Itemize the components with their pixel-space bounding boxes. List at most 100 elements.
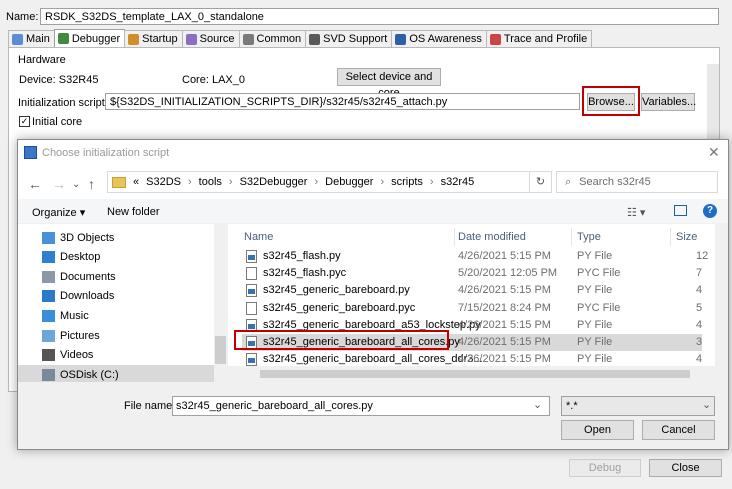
file-row[interactable]: s32r45_generic_bareboard.pyc 7/15/2021 8:… [242,300,702,317]
cancel-button[interactable]: Cancel [642,420,715,440]
back-arrow-icon[interactable]: ← [28,176,42,192]
open-button[interactable]: Open [561,420,634,440]
column-separator [454,228,455,246]
nav-item-documents[interactable]: Documents [42,267,116,286]
search-placeholder: Search s32r45 [579,176,651,188]
help-icon[interactable]: ? [703,204,717,218]
nav-item-osdisk-c[interactable]: OSDisk (C:) [18,365,214,382]
variables-button[interactable]: Variables... [641,93,696,111]
file-type: PY File [577,250,613,262]
file-row[interactable]: s32r45_flash.pyc 5/20/2021 12:05 PM PYC Fi… [242,265,702,282]
breadcrumb-item[interactable]: S32Debugger [240,176,308,188]
svd-tab-icon [309,33,321,45]
name-label: Name: [6,11,39,23]
breadcrumb-separator-icon[interactable]: › [314,176,318,188]
debug-button[interactable]: Debug [569,459,641,477]
tab-debugger[interactable]: Debugger [53,29,126,47]
hscroll-thumb[interactable] [260,370,690,378]
nav-item-music[interactable]: Music [42,306,89,325]
up-arrow-icon[interactable]: ↑ [88,176,95,192]
address-bar[interactable]: « S32DS › tools › S32Debugger › Debugger › script… [107,171,530,193]
column-name-header[interactable]: Name [244,231,273,243]
compiled-file-icon [246,267,257,281]
select-device-core-button[interactable]: Select device and core [337,68,441,99]
filter-dropdown-icon[interactable]: ⌄ [702,398,711,411]
folder-icon [112,176,126,188]
breadcrumb-separator-icon[interactable]: › [188,176,192,188]
close-icon[interactable]: ✕ [708,144,720,161]
breadcrumb-overflow[interactable]: « [133,176,139,188]
tab-source[interactable]: Source [181,30,240,47]
tab-svd-support[interactable]: SVD Support [305,30,393,47]
refresh-icon[interactable]: ↻ [530,171,552,193]
nav-item-downloads[interactable]: Downloads [42,287,114,306]
search-icon: ⌕ [565,175,572,188]
breadcrumb-item[interactable]: tools [199,176,222,188]
file-type: PY File [577,284,613,297]
init-script-label: Initialization script: [18,97,108,109]
breadcrumb-item[interactable]: Debugger [325,176,373,188]
dialog-title: Choose initialization script [42,147,170,159]
file-size: 4 [696,284,703,297]
navigation-scroll-thumb[interactable] [215,336,226,364]
choose-script-dialog: Choose initialization script ✕ ← → ⌄ ↑ «… [17,139,729,450]
preview-pane-icon[interactable] [674,205,687,216]
os-tab-icon [395,33,407,45]
file-size: 12 [696,250,709,262]
organize-menu[interactable]: Organize ▾ [32,206,85,219]
tab-label: Startup [142,33,178,45]
breadcrumb-separator-icon[interactable]: › [229,176,233,188]
file-row[interactable]: s32r45_generic_bareboard.py 4/26/2021 5:1… [242,282,702,299]
nav-item-label: Desktop [60,251,101,264]
file-name-dropdown-icon[interactable]: ⌄ [533,398,542,411]
column-type-header[interactable]: Type [577,231,601,243]
python-file-icon [246,353,257,367]
file-row[interactable]: s32r45_flash.py 4/26/2021 5:15 PM PY File 1… [242,248,708,265]
tab-main[interactable]: Main [8,30,55,47]
file-name-input[interactable]: s32r45_generic_bareboard_all_cores.py [172,396,550,416]
file-size: 4 [696,353,703,366]
nav-item-label: Music [60,309,89,322]
file-name: s32r45_flash.py [263,250,341,262]
tab-os-awareness[interactable]: OS Awareness [391,30,487,47]
file-date: 7/15/2021 8:24 PM [458,301,551,314]
tab-startup[interactable]: Startup [124,30,183,47]
file-list-scrollbar[interactable] [715,224,728,366]
file-name: s32r45_generic_bareboard.py [263,284,410,297]
nav-item-pictures[interactable]: Pictures [42,326,100,345]
selected-file-highlight-box [234,330,449,350]
forward-arrow-icon[interactable]: → [52,176,66,192]
file-type: PYC File [577,301,621,314]
videos-icon [42,349,55,362]
pictures-icon [42,329,55,342]
source-tab-icon [185,33,197,45]
column-size-header[interactable]: Size [676,231,697,243]
breadcrumb-separator-icon[interactable]: › [380,176,384,188]
breadcrumb-item[interactable]: scripts [391,176,423,188]
nav-item-videos[interactable]: Videos [42,346,93,365]
new-folder-button[interactable]: New folder [107,206,160,218]
init-script-field[interactable]: ${S32DS_INITIALIZATION_SCRIPTS_DIR}/s32r… [105,93,580,110]
file-type: PY File [577,318,613,331]
breadcrumb-item[interactable]: S32DS [146,176,181,188]
initial-core-checkbox[interactable]: ✓ [19,116,30,127]
nav-item-3d-objects[interactable]: 3D Objects [42,228,114,247]
nav-item-label: Videos [60,349,94,362]
file-size: 5 [696,301,703,314]
file-type-filter[interactable]: *.* [561,396,715,416]
view-options-icon[interactable]: ☷ ▾ [627,206,645,219]
column-date-header[interactable]: Date modified [458,231,526,243]
tab-trace-and-profile[interactable]: Trace and Profile [485,30,593,47]
nav-item-desktop[interactable]: Desktop [42,248,100,267]
compiled-file-icon [246,301,257,315]
configuration-name-field[interactable]: RSDK_S32DS_template_LAX_0_standalone [40,8,719,25]
tab-label: SVD Support [323,33,388,45]
nav-item-label: OSDisk (C:) [60,368,119,381]
close-button[interactable]: Close [649,459,722,477]
search-input[interactable]: ⌕ Search s32r45 [556,171,718,193]
breadcrumb-item[interactable]: s32r45 [441,176,475,188]
panel-scrollbar[interactable] [707,64,719,144]
recent-dropdown-icon[interactable]: ⌄ [72,179,80,190]
tab-common[interactable]: Common [238,30,307,47]
breadcrumb-separator-icon[interactable]: › [430,176,434,188]
